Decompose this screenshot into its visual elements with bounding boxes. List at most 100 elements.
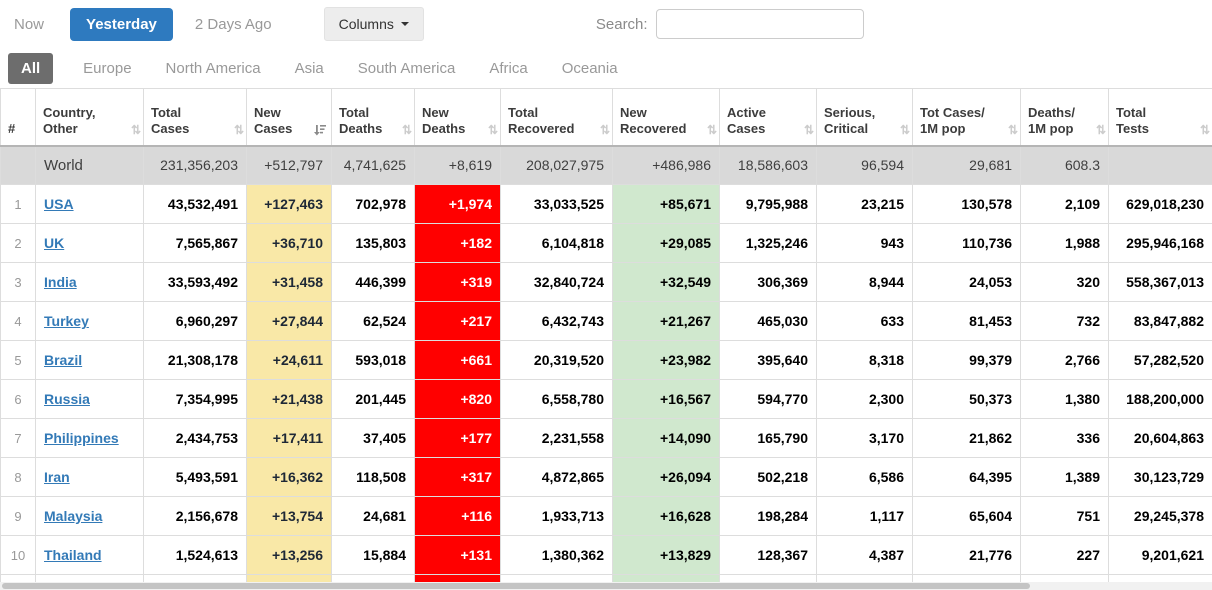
tab-all[interactable]: All bbox=[8, 53, 53, 84]
search-group: Search: bbox=[596, 9, 864, 39]
country-cell: Brazil bbox=[36, 341, 144, 380]
sort-both-icon: ⇅ bbox=[1008, 123, 1016, 137]
horizontal-scrollbar-track[interactable] bbox=[0, 582, 1212, 590]
data-cell: +512,797 bbox=[247, 146, 332, 185]
data-cell: 57,282,520 bbox=[1109, 341, 1212, 380]
country-cell: Turkey bbox=[36, 302, 144, 341]
two-days-ago-button[interactable]: 2 Days Ago bbox=[195, 16, 272, 33]
col-header-total-tests[interactable]: TotalTests⇅ bbox=[1109, 89, 1212, 146]
data-cell: 21,862 bbox=[913, 419, 1021, 458]
country-link-malaysia[interactable]: Malaysia bbox=[44, 508, 102, 524]
sort-both-icon: ⇅ bbox=[488, 123, 496, 137]
data-cell: 29,245,378 bbox=[1109, 497, 1212, 536]
data-cell: +131 bbox=[415, 536, 501, 575]
data-cell: 7,565,867 bbox=[144, 224, 247, 263]
country-link-turkey[interactable]: Turkey bbox=[44, 313, 89, 329]
col-header-label: Deaths bbox=[339, 121, 408, 137]
horizontal-scrollbar-thumb[interactable] bbox=[2, 583, 1030, 589]
tab-europe[interactable]: Europe bbox=[79, 53, 135, 84]
data-cell: 15,884 bbox=[332, 536, 415, 575]
data-cell: 130,578 bbox=[913, 185, 1021, 224]
tab-south-america[interactable]: South America bbox=[354, 53, 460, 84]
col-header-new-recovered[interactable]: NewRecovered⇅ bbox=[613, 89, 720, 146]
col-header-total-deaths[interactable]: TotalDeaths⇅ bbox=[332, 89, 415, 146]
col-header-label: Other bbox=[43, 121, 137, 137]
rank-cell bbox=[1, 146, 36, 185]
col-header-label: 1M pop bbox=[1028, 121, 1102, 137]
table-row: 8Iran5,493,591+16,362118,508+3174,872,86… bbox=[1, 458, 1212, 497]
col-header-label: 1M pop bbox=[920, 121, 1014, 137]
data-cell: 23,215 bbox=[817, 185, 913, 224]
col-header-total-cases[interactable]: TotalCases⇅ bbox=[144, 89, 247, 146]
columns-button[interactable]: Columns bbox=[324, 7, 424, 41]
country-link-thailand[interactable]: Thailand bbox=[44, 547, 102, 563]
data-cell: 128,367 bbox=[720, 536, 817, 575]
data-cell: 29,681 bbox=[913, 146, 1021, 185]
country-link-india[interactable]: India bbox=[44, 274, 77, 290]
yesterday-button[interactable]: Yesterday bbox=[70, 8, 173, 41]
country-link-philippines[interactable]: Philippines bbox=[44, 430, 119, 446]
data-cell: +21,267 bbox=[613, 302, 720, 341]
now-button[interactable]: Now bbox=[14, 16, 44, 33]
table-row: 4Turkey6,960,297+27,84462,524+2176,432,7… bbox=[1, 302, 1212, 341]
col-header-deaths-1m-pop[interactable]: Deaths/1M pop⇅ bbox=[1021, 89, 1109, 146]
country-cell: Philippines bbox=[36, 419, 144, 458]
data-cell: +23,982 bbox=[613, 341, 720, 380]
data-cell: 81,453 bbox=[913, 302, 1021, 341]
col-header-new-deaths[interactable]: NewDeaths⇅ bbox=[415, 89, 501, 146]
data-cell: +17,411 bbox=[247, 419, 332, 458]
data-cell: +14,090 bbox=[613, 419, 720, 458]
col-header-label: Active bbox=[727, 105, 810, 121]
tab-oceania[interactable]: Oceania bbox=[558, 53, 622, 84]
data-cell: +820 bbox=[415, 380, 501, 419]
col-header-rank: # bbox=[1, 89, 36, 146]
country-link-uk[interactable]: UK bbox=[44, 235, 64, 251]
col-header-country-other[interactable]: Country,Other⇅ bbox=[36, 89, 144, 146]
data-cell: 7,354,995 bbox=[144, 380, 247, 419]
country-cell: Russia bbox=[36, 380, 144, 419]
data-cell: 943 bbox=[817, 224, 913, 263]
col-header-new-cases[interactable]: NewCases bbox=[247, 89, 332, 146]
data-cell: 2,231,558 bbox=[501, 419, 613, 458]
sort-both-icon: ⇅ bbox=[707, 123, 715, 137]
country-link-brazil[interactable]: Brazil bbox=[44, 352, 82, 368]
country-link-iran[interactable]: Iran bbox=[44, 469, 70, 485]
data-cell: 336 bbox=[1021, 419, 1109, 458]
data-cell: 20,319,520 bbox=[501, 341, 613, 380]
data-cell: +182 bbox=[415, 224, 501, 263]
data-cell: 4,387 bbox=[817, 536, 913, 575]
tab-asia[interactable]: Asia bbox=[291, 53, 328, 84]
country-link-usa[interactable]: USA bbox=[44, 196, 74, 212]
col-header-tot-cases-1m-pop[interactable]: Tot Cases/1M pop⇅ bbox=[913, 89, 1021, 146]
data-cell: 135,803 bbox=[332, 224, 415, 263]
covid-table: #Country,Other⇅TotalCases⇅NewCasesTotalD… bbox=[0, 88, 1212, 583]
table-head: #Country,Other⇅TotalCases⇅NewCasesTotalD… bbox=[1, 89, 1212, 146]
data-cell: 24,681 bbox=[332, 497, 415, 536]
data-cell: 118,508 bbox=[332, 458, 415, 497]
data-cell: 6,558,780 bbox=[501, 380, 613, 419]
data-cell: 9,795,988 bbox=[720, 185, 817, 224]
country-cell: Iran bbox=[36, 458, 144, 497]
search-input[interactable] bbox=[656, 9, 864, 39]
data-cell: 21,308,178 bbox=[144, 341, 247, 380]
col-header-total-recovered[interactable]: TotalRecovered⇅ bbox=[501, 89, 613, 146]
col-header-label: Tot Cases/ bbox=[920, 105, 1014, 121]
data-cell: 18,586,603 bbox=[720, 146, 817, 185]
country-cell: India bbox=[36, 263, 144, 302]
col-header-serious-critical[interactable]: Serious,Critical⇅ bbox=[817, 89, 913, 146]
data-cell: 1,380,362 bbox=[501, 536, 613, 575]
data-cell: +26,094 bbox=[613, 458, 720, 497]
country-cell: UK bbox=[36, 224, 144, 263]
data-cell: 37,405 bbox=[332, 419, 415, 458]
data-cell: +13,256 bbox=[247, 536, 332, 575]
data-cell: 110,736 bbox=[913, 224, 1021, 263]
tab-africa[interactable]: Africa bbox=[485, 53, 531, 84]
country-link-russia[interactable]: Russia bbox=[44, 391, 90, 407]
col-header-active-cases[interactable]: ActiveCases⇅ bbox=[720, 89, 817, 146]
col-header-label: Cases bbox=[727, 121, 810, 137]
data-cell: 395,640 bbox=[720, 341, 817, 380]
data-cell: 2,156,678 bbox=[144, 497, 247, 536]
tab-north-america[interactable]: North America bbox=[162, 53, 265, 84]
data-cell: +116 bbox=[415, 497, 501, 536]
col-header-label: Serious, bbox=[824, 105, 906, 121]
